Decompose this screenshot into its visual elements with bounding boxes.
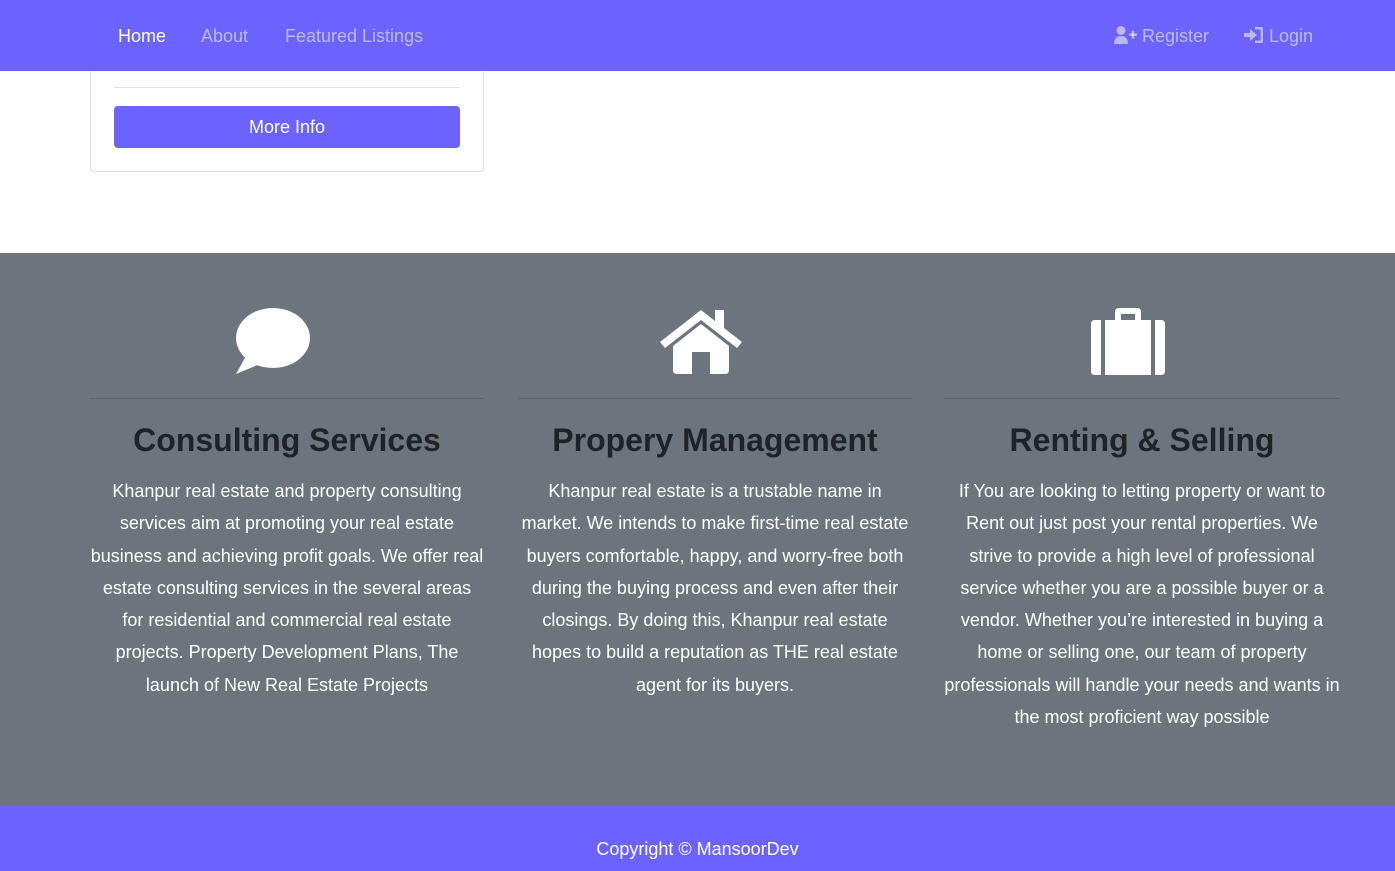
service-divider	[518, 398, 912, 399]
nav-home-link[interactable]: Home	[118, 25, 166, 47]
service-divider	[90, 398, 484, 399]
top-navbar: Home About Featured Listings Register Lo…	[0, 0, 1395, 71]
service-title: Renting & Selling	[1009, 422, 1275, 458]
service-title: Consulting Services	[133, 422, 441, 458]
service-description: Khanpur real estate and property consult…	[90, 481, 484, 695]
service-divider	[944, 398, 1340, 399]
login-label: Login	[1269, 26, 1314, 46]
sign-in-icon	[1244, 27, 1263, 43]
register-label: Register	[1142, 26, 1210, 46]
user-plus-icon	[1114, 26, 1137, 44]
home-icon	[660, 310, 742, 374]
nav-login-link[interactable]: Login	[1244, 25, 1313, 47]
comment-icon	[236, 308, 310, 374]
nav-about-link[interactable]: About	[201, 25, 248, 47]
nav-featured-listings-link[interactable]: Featured Listings	[285, 25, 423, 47]
service-description: Khanpur real estate is a trustable name …	[521, 481, 909, 695]
nav-register-link[interactable]: Register	[1114, 25, 1209, 47]
copyright-text: Copyright © MansoorDev	[596, 839, 799, 859]
service-title: Propery Management	[552, 422, 878, 458]
more-info-button[interactable]: More Info	[114, 106, 460, 148]
card-divider	[114, 87, 460, 88]
suitcase-icon	[1091, 308, 1165, 375]
services-section: Consulting Services Khanpur real estate …	[0, 253, 1395, 805]
service-description: If You are looking to letting property o…	[944, 481, 1340, 728]
footer: Copyright © MansoorDev	[0, 805, 1395, 871]
